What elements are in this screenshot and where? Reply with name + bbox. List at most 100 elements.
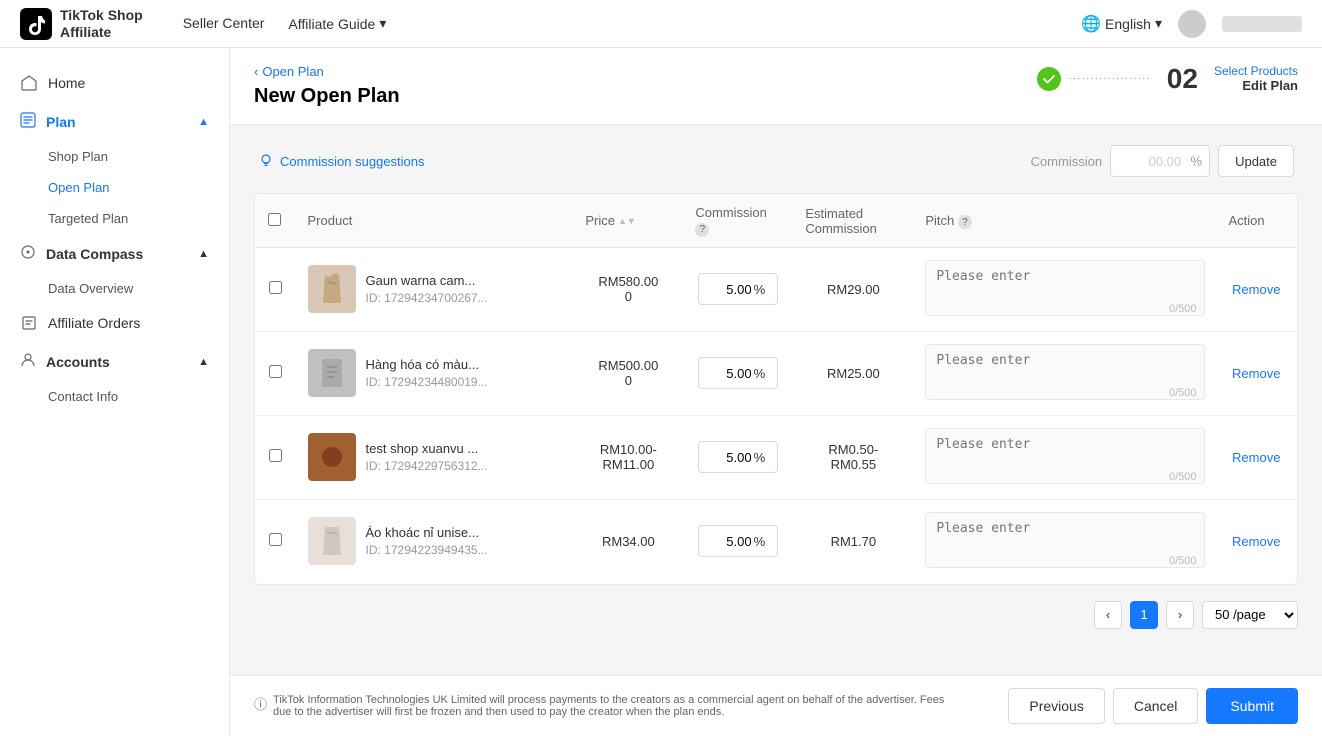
commission-box-4: %	[698, 525, 778, 557]
row-checkbox-1[interactable]	[269, 281, 282, 294]
td-est-commission-4: RM1.70	[793, 499, 913, 583]
pitch-counter-2: 0/500	[1169, 387, 1197, 399]
sidebar: Home Plan ▲ Shop Plan Open Plan Targeted…	[0, 48, 230, 736]
sidebar-section-accounts[interactable]: Accounts ▲	[0, 342, 229, 381]
td-checkbox-2	[256, 331, 296, 415]
breadcrumb[interactable]: ‹ Open Plan	[254, 64, 400, 79]
product-name-2: Hàng hóa có màu...	[366, 357, 488, 372]
sidebar-item-data-overview[interactable]: Data Overview	[48, 273, 229, 304]
row-checkbox-2[interactable]	[269, 365, 282, 378]
td-est-commission-3: RM0.50-RM0.55	[793, 415, 913, 499]
select-all-checkbox[interactable]	[268, 213, 281, 226]
sidebar-item-affiliate-orders[interactable]: Affiliate Orders	[0, 304, 229, 342]
pagination-next-btn[interactable]: ›	[1166, 601, 1194, 629]
td-checkbox-1	[256, 247, 296, 331]
user-avatar[interactable]	[1178, 10, 1206, 38]
compass-icon	[20, 244, 36, 263]
header-left: ‹ Open Plan New Open Plan	[254, 64, 400, 124]
remove-button-4[interactable]: Remove	[1232, 534, 1280, 549]
sidebar-item-contact-info[interactable]: Contact Info	[48, 381, 229, 412]
chevron-up-icon: ▲	[198, 356, 209, 368]
table-row: Hàng hóa có màu... ID: 17294234480019...…	[256, 331, 1297, 415]
pitch-textarea-2[interactable]	[925, 344, 1204, 400]
pitch-wrapper-4: 0/500	[925, 512, 1204, 571]
sidebar-section-plan[interactable]: Plan ▲	[0, 102, 229, 141]
commission-help-icon[interactable]: ?	[695, 223, 709, 237]
submit-button[interactable]: Submit	[1206, 688, 1298, 724]
chevron-up-icon: ▲	[198, 248, 209, 260]
commission-input-1[interactable]	[712, 282, 752, 297]
product-info-1: Gaun warna cam... ID: 17294234700267...	[308, 265, 562, 313]
update-button[interactable]: Update	[1218, 145, 1294, 177]
product-info-3: test shop xuanvu ... ID: 17294229756312.…	[308, 433, 562, 481]
row-checkbox-3[interactable]	[269, 449, 282, 462]
previous-button[interactable]: Previous	[1008, 688, 1104, 724]
product-details-1: Gaun warna cam... ID: 17294234700267...	[366, 273, 488, 305]
pagination-prev-btn[interactable]: ‹	[1094, 601, 1122, 629]
nav-right: 🌐 English ▾	[1081, 10, 1302, 38]
accounts-icon	[20, 352, 36, 371]
product-thumb-4	[308, 517, 356, 565]
td-commission-3: %	[683, 415, 793, 499]
td-action-3: Remove	[1217, 415, 1297, 499]
page-size-selector[interactable]: 50 /page 10 /page 20 /page 100 /page	[1202, 601, 1298, 629]
logo[interactable]: TikTok Shop Affiliate	[20, 7, 143, 41]
product-thumb-2	[308, 349, 356, 397]
cancel-button[interactable]: Cancel	[1113, 688, 1199, 724]
globe-icon: 🌐	[1081, 14, 1101, 34]
language-selector[interactable]: 🌐 English ▾	[1081, 14, 1162, 34]
remove-button-3[interactable]: Remove	[1232, 450, 1280, 465]
td-price-3: RM10.00-RM11.00	[573, 415, 683, 499]
td-est-commission-2: RM25.00	[793, 331, 913, 415]
td-action-4: Remove	[1217, 499, 1297, 583]
td-commission-1: %	[683, 247, 793, 331]
page-title: New Open Plan	[254, 85, 400, 124]
commission-input-4[interactable]	[712, 534, 752, 549]
commission-suggestions-link[interactable]: Commission suggestions	[258, 153, 425, 169]
td-product-2: Hàng hóa có màu... ID: 17294234480019...	[296, 331, 574, 415]
sidebar-item-shop-plan[interactable]: Shop Plan	[48, 141, 229, 172]
nav-seller-center[interactable]: Seller Center	[183, 11, 265, 36]
home-icon	[20, 74, 38, 92]
chevron-down-icon: ▾	[1155, 15, 1162, 32]
remove-button-1[interactable]: Remove	[1232, 282, 1280, 297]
commission-input-3[interactable]	[712, 450, 752, 465]
sidebar-item-targeted-plan[interactable]: Targeted Plan	[48, 203, 229, 234]
sidebar-item-open-plan[interactable]: Open Plan	[48, 172, 229, 203]
nav-affiliate-guide[interactable]: Affiliate Guide ▾	[288, 11, 386, 36]
th-price-sort[interactable]: Price ▲▼	[585, 213, 635, 228]
remove-button-2[interactable]: Remove	[1232, 366, 1280, 381]
td-commission-2: %	[683, 331, 793, 415]
product-name-1: Gaun warna cam...	[366, 273, 488, 288]
lightbulb-icon	[258, 153, 274, 169]
td-product-3: test shop xuanvu ... ID: 17294229756312.…	[296, 415, 574, 499]
sidebar-item-home[interactable]: Home	[0, 64, 229, 102]
breadcrumb-chevron: ‹	[254, 64, 258, 79]
td-product-1: Gaun warna cam... ID: 17294234700267...	[296, 247, 574, 331]
pitch-help-icon[interactable]: ?	[958, 215, 972, 229]
th-pitch: Pitch ?	[913, 195, 1216, 248]
sidebar-section-data-compass[interactable]: Data Compass ▲	[0, 234, 229, 273]
pitch-counter-4: 0/500	[1169, 555, 1197, 567]
price-text-4: RM34.00	[585, 534, 671, 549]
pitch-textarea-4[interactable]	[925, 512, 1204, 568]
table-row: test shop xuanvu ... ID: 17294229756312.…	[256, 415, 1297, 499]
pitch-textarea-3[interactable]	[925, 428, 1204, 484]
commission-global-label: Commission	[1031, 154, 1103, 169]
sort-arrows-price: ▲▼	[618, 218, 636, 224]
pct-label-2: %	[754, 366, 766, 381]
language-label: English	[1105, 16, 1151, 32]
pct-label-1: %	[754, 282, 766, 297]
pitch-wrapper-3: 0/500	[925, 428, 1204, 487]
est-text-1: RM29.00	[805, 282, 901, 297]
price-text-3: RM10.00-RM11.00	[585, 442, 671, 472]
pitch-textarea-1[interactable]	[925, 260, 1204, 316]
row-checkbox-4[interactable]	[269, 533, 282, 546]
pagination-page-1[interactable]: 1	[1130, 601, 1158, 629]
logo-sub: Affiliate	[60, 24, 143, 41]
pitch-counter-1: 0/500	[1169, 303, 1197, 315]
step-check: ···················	[1037, 67, 1151, 91]
td-checkbox-4	[256, 499, 296, 583]
chevron-down-icon: ▾	[379, 15, 386, 32]
commission-input-2[interactable]	[712, 366, 752, 381]
